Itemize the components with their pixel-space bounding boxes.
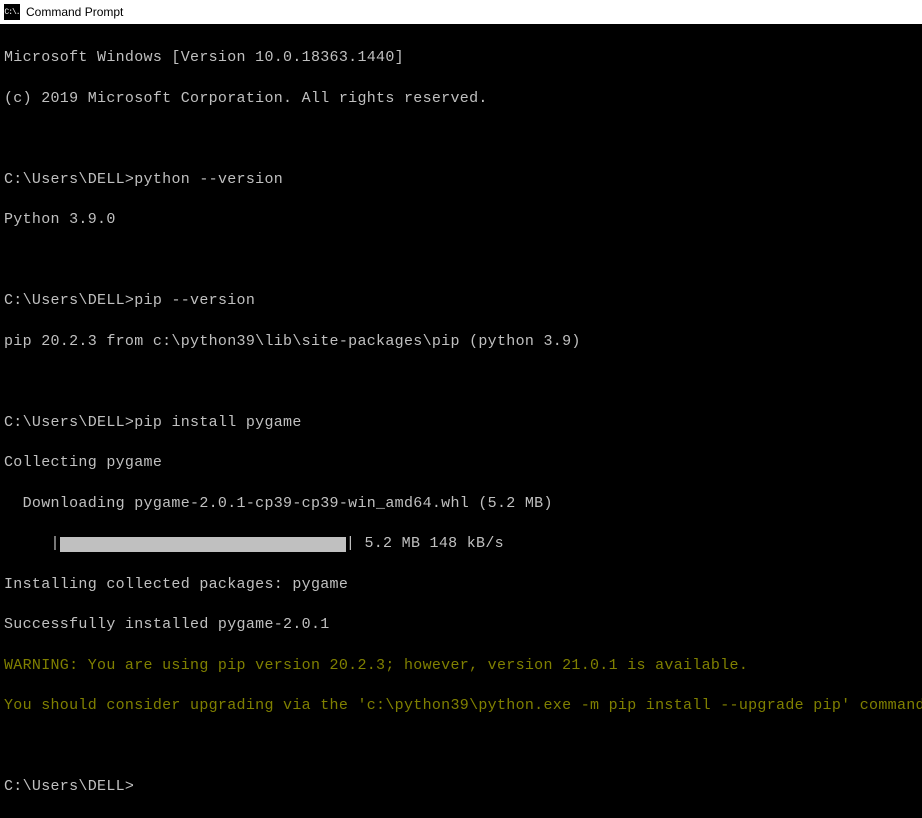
terminal-output[interactable]: Microsoft Windows [Version 10.0.18363.14… [0, 24, 922, 548]
command-text: pip --version [134, 291, 255, 311]
blank-line [4, 737, 918, 757]
command-line: C:\Users\DELL>pip install pygame [4, 413, 918, 433]
command-line: C:\Users\DELL>pip --version [4, 291, 918, 311]
progress-indent [4, 534, 51, 554]
window-titlebar[interactable]: C:\. Command Prompt [0, 0, 922, 24]
prompt-path: C:\Users\DELL> [4, 777, 134, 797]
progress-pipe-right: | [346, 534, 355, 554]
progress-pipe-left: | [51, 534, 60, 554]
cmd-icon-glyph: C:\. [4, 8, 19, 17]
cmd-icon: C:\. [4, 4, 20, 20]
output-line: Installing collected packages: pygame [4, 575, 918, 595]
window-title: Command Prompt [26, 5, 123, 19]
os-header: Microsoft Windows [Version 10.0.18363.14… [4, 48, 918, 68]
prompt-path: C:\Users\DELL> [4, 413, 134, 433]
warning-line: You should consider upgrading via the 'c… [4, 696, 918, 716]
prompt-path: C:\Users\DELL> [4, 170, 134, 190]
warning-line: WARNING: You are using pip version 20.2.… [4, 656, 918, 676]
progress-fill [60, 537, 346, 552]
progress-line: || 5.2 MB 148 kB/s [4, 534, 918, 554]
output-line: Successfully installed pygame-2.0.1 [4, 615, 918, 635]
progress-stats: 5.2 MB 148 kB/s [355, 534, 504, 554]
command-line: C:\Users\DELL>python --version [4, 170, 918, 190]
copyright-line: (c) 2019 Microsoft Corporation. All righ… [4, 89, 918, 109]
command-line: C:\Users\DELL> [4, 777, 918, 797]
blank-line [4, 129, 918, 149]
progress-bar: || [51, 534, 356, 554]
output-line: Python 3.9.0 [4, 210, 918, 230]
output-line: pip 20.2.3 from c:\python39\lib\site-pac… [4, 332, 918, 352]
blank-line [4, 372, 918, 392]
output-line: Collecting pygame [4, 453, 918, 473]
command-text: python --version [134, 170, 283, 190]
output-line: Downloading pygame-2.0.1-cp39-cp39-win_a… [4, 494, 918, 514]
blank-line [4, 251, 918, 271]
command-text: pip install pygame [134, 413, 301, 433]
prompt-path: C:\Users\DELL> [4, 291, 134, 311]
